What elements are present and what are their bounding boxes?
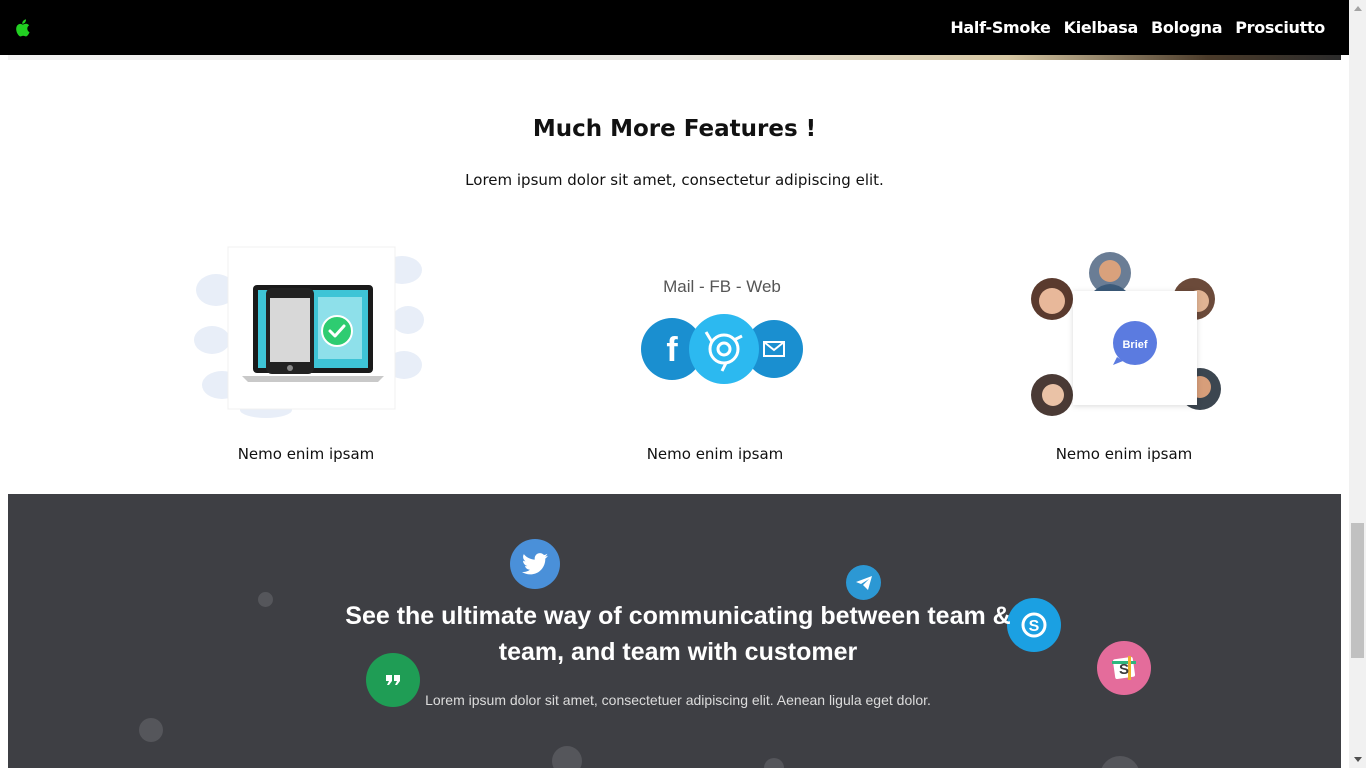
- top-navbar: Half-Smoke Kielbasa Bologna Prosciutto: [0, 0, 1349, 55]
- feature-caption-2: Nemo enim ipsam: [646, 445, 784, 463]
- avatar: [1031, 374, 1073, 416]
- feature-card-3: Brief Nemo enim ipsam: [1004, 245, 1244, 485]
- art-label-brief: Brief: [1122, 339, 1147, 351]
- decor-dot: [139, 718, 163, 742]
- apple-icon[interactable]: [14, 18, 32, 37]
- team-avatars-icon: Brief: [1004, 245, 1244, 430]
- communication-cta-section: S S See the ultimate way of communicatin…: [8, 494, 1341, 768]
- feature-card-1: Nemo enim ipsam: [186, 245, 426, 485]
- scroll-up-arrow-icon[interactable]: [1349, 0, 1366, 17]
- features-section: Much More Features ! Lorem ipsum dolor s…: [8, 60, 1341, 494]
- feature-caption-1: Nemo enim ipsam: [237, 445, 375, 463]
- cta-title-line-1: See the ultimate way of communicating be…: [345, 602, 1011, 630]
- art-label-mail-fb-web: Mail - FB - Web: [663, 277, 781, 296]
- decor-dot: [764, 758, 784, 768]
- nav-links: Half-Smoke Kielbasa Bologna Prosciutto: [950, 18, 1325, 37]
- laptop-phone-check-icon: [186, 245, 426, 430]
- page-scrollbar[interactable]: [1349, 0, 1366, 768]
- decor-dot: [552, 746, 582, 768]
- cta-title-line-2: team, and team with customer: [498, 638, 858, 666]
- avatar: [1089, 252, 1131, 294]
- nav-link-half-smoke[interactable]: Half-Smoke: [950, 18, 1051, 37]
- nav-link-bologna[interactable]: Bologna: [1151, 18, 1223, 37]
- mail-fb-web-icon: Mail - FB - Web f: [595, 245, 835, 430]
- features-title: Much More Features !: [532, 116, 817, 142]
- twitter-icon[interactable]: [510, 539, 560, 589]
- features-subtitle: Lorem ipsum dolor sit amet, consectetur …: [465, 171, 884, 189]
- scroll-thumb[interactable]: [1351, 523, 1364, 658]
- feature-card-2: Mail - FB - Web f Nemo enim ipsam: [595, 245, 835, 485]
- avatar: [1031, 278, 1073, 320]
- telegram-icon[interactable]: [846, 565, 881, 600]
- cta-subtitle: Lorem ipsum dolor sit amet, consectetuer…: [425, 692, 931, 708]
- nav-link-prosciutto[interactable]: Prosciutto: [1235, 18, 1325, 37]
- scroll-down-arrow-icon[interactable]: [1349, 751, 1366, 768]
- cta-title: See the ultimate way of communicating be…: [8, 598, 1341, 670]
- svg-text:f: f: [666, 331, 678, 369]
- nav-link-kielbasa[interactable]: Kielbasa: [1064, 18, 1139, 37]
- decor-dot: [1100, 756, 1140, 768]
- feature-caption-3: Nemo enim ipsam: [1055, 445, 1193, 463]
